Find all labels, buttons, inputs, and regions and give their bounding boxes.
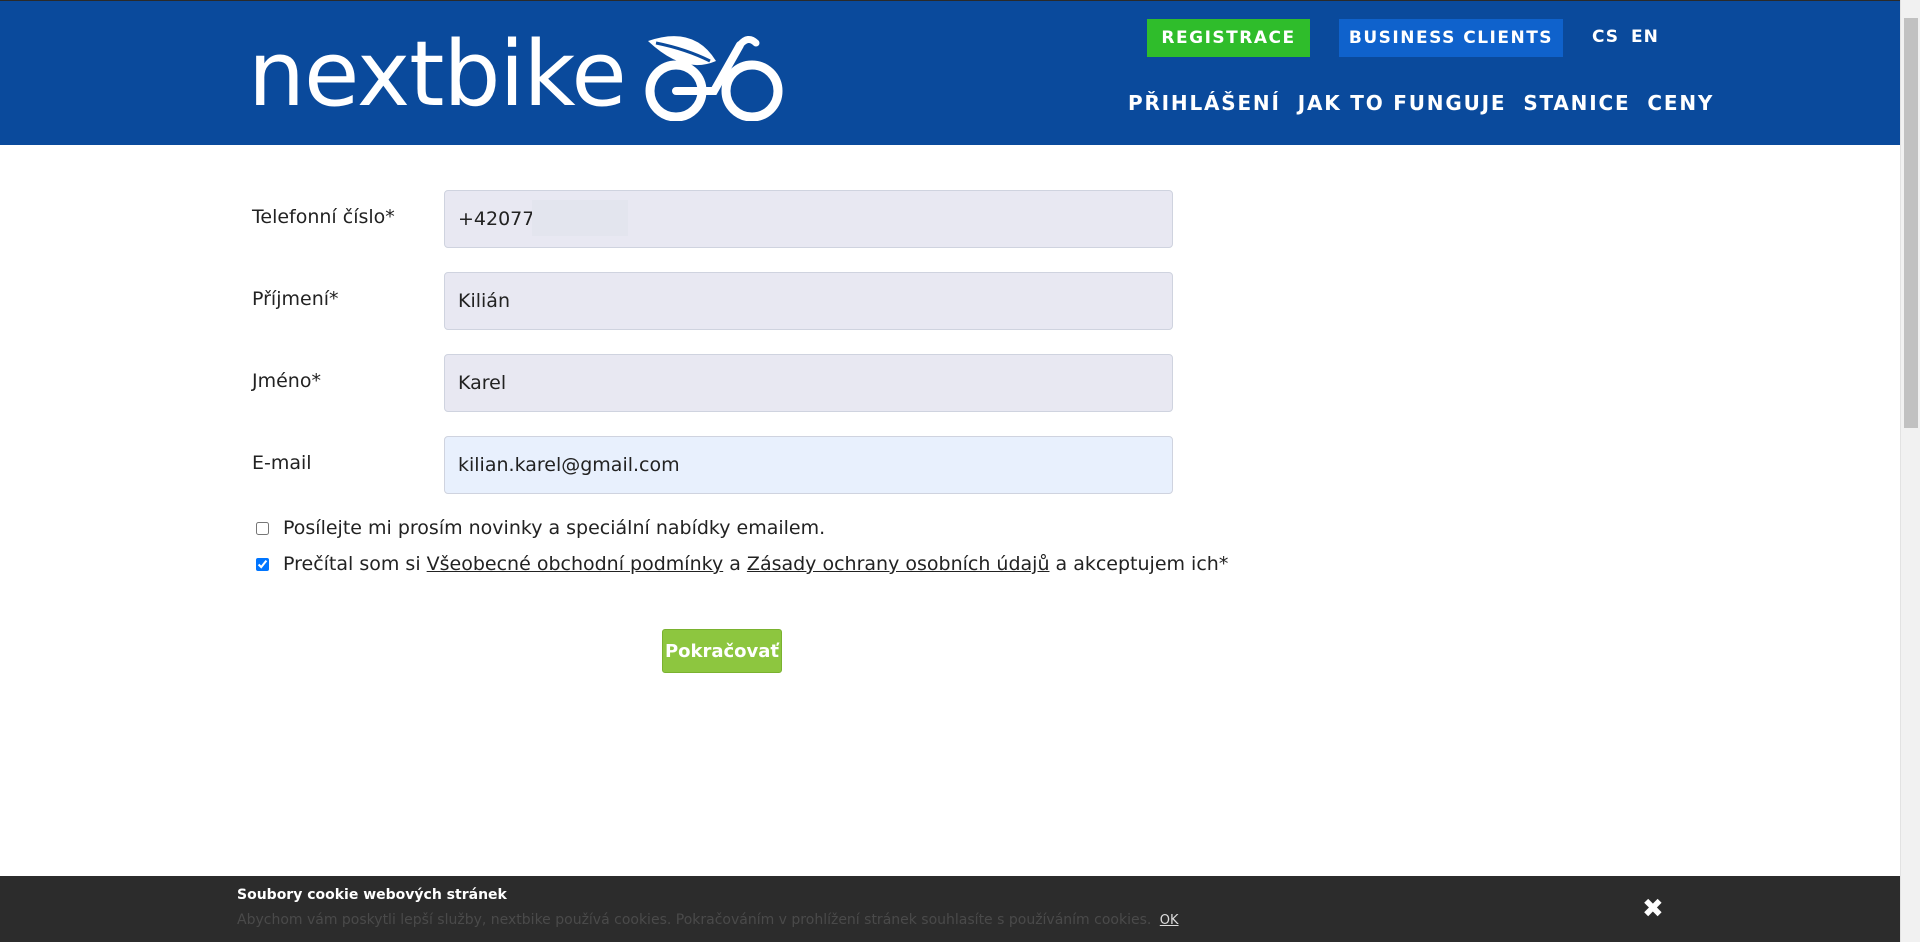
terms-mid: a bbox=[723, 553, 747, 575]
logo-text: nextbike bbox=[248, 22, 627, 127]
surname-input[interactable] bbox=[444, 272, 1173, 330]
phone-redaction bbox=[532, 200, 628, 236]
phone-row: Telefonní číslo* bbox=[252, 190, 1252, 248]
cookie-ok-link[interactable]: OK bbox=[1160, 913, 1179, 928]
nav-how-it-works[interactable]: JAK TO FUNGUJE bbox=[1298, 91, 1507, 115]
email-input[interactable] bbox=[444, 436, 1173, 494]
privacy-link[interactable]: Zásady ochrany osobních údajů bbox=[747, 553, 1050, 575]
name-input[interactable] bbox=[444, 354, 1173, 412]
email-row: E-mail bbox=[252, 436, 1252, 494]
nav-login[interactable]: PŘIHLÁŠENÍ bbox=[1128, 91, 1281, 115]
surname-label: Příjmení* bbox=[252, 288, 339, 310]
cookie-title: Soubory cookie webových stránek bbox=[237, 887, 507, 903]
nextbike-logo[interactable]: nextbike bbox=[248, 25, 788, 125]
site-header: nextbike REGISTRACE BUSINESS CLIENTS CS … bbox=[0, 0, 1900, 145]
continue-button[interactable]: Pokračovať bbox=[662, 629, 782, 673]
page: nextbike REGISTRACE BUSINESS CLIENTS CS … bbox=[0, 0, 1900, 942]
newsletter-option: Posílejte mi prosím novinky a speciální … bbox=[256, 516, 825, 540]
name-row: Jméno* bbox=[252, 354, 1252, 412]
page-scrollbar[interactable] bbox=[1900, 0, 1920, 942]
cookie-bar: Soubory cookie webových stránek Abychom … bbox=[0, 876, 1900, 942]
lang-en-link[interactable]: EN bbox=[1631, 27, 1659, 47]
business-clients-button[interactable]: BUSINESS CLIENTS bbox=[1339, 19, 1563, 57]
email-label: E-mail bbox=[252, 452, 312, 474]
close-icon[interactable]: ✖ bbox=[1642, 894, 1664, 924]
main-nav: PŘIHLÁŠENÍ JAK TO FUNGUJE STANICE CENY bbox=[1128, 91, 1714, 115]
terms-checkbox[interactable] bbox=[256, 557, 269, 571]
terms-prefix: Prečítal som si bbox=[283, 553, 427, 575]
nav-prices[interactable]: CENY bbox=[1647, 91, 1714, 115]
scrollbar-thumb[interactable] bbox=[1904, 18, 1918, 428]
cookie-text: Abychom vám poskytli lepší služby, nextb… bbox=[237, 912, 1152, 928]
surname-row: Příjmení* bbox=[252, 272, 1252, 330]
terms-suffix: a akceptujem ich* bbox=[1049, 553, 1229, 575]
newsletter-checkbox[interactable] bbox=[256, 521, 269, 535]
nav-stations[interactable]: STANICE bbox=[1523, 91, 1630, 115]
newsletter-label: Posílejte mi prosím novinky a speciální … bbox=[283, 517, 826, 539]
bike-leaf-icon bbox=[645, 36, 783, 121]
register-button[interactable]: REGISTRACE bbox=[1147, 19, 1310, 57]
cookie-text-wrap: Abychom vám poskytli lepší služby, nextb… bbox=[237, 912, 1179, 928]
name-label: Jméno* bbox=[252, 370, 321, 392]
terms-option: Prečítal som si Všeobecné obchodní podmí… bbox=[256, 552, 1228, 576]
lang-cs-link[interactable]: CS bbox=[1592, 27, 1619, 47]
phone-label: Telefonní číslo* bbox=[252, 206, 395, 228]
terms-link[interactable]: Všeobecné obchodní podmínky bbox=[427, 553, 724, 575]
